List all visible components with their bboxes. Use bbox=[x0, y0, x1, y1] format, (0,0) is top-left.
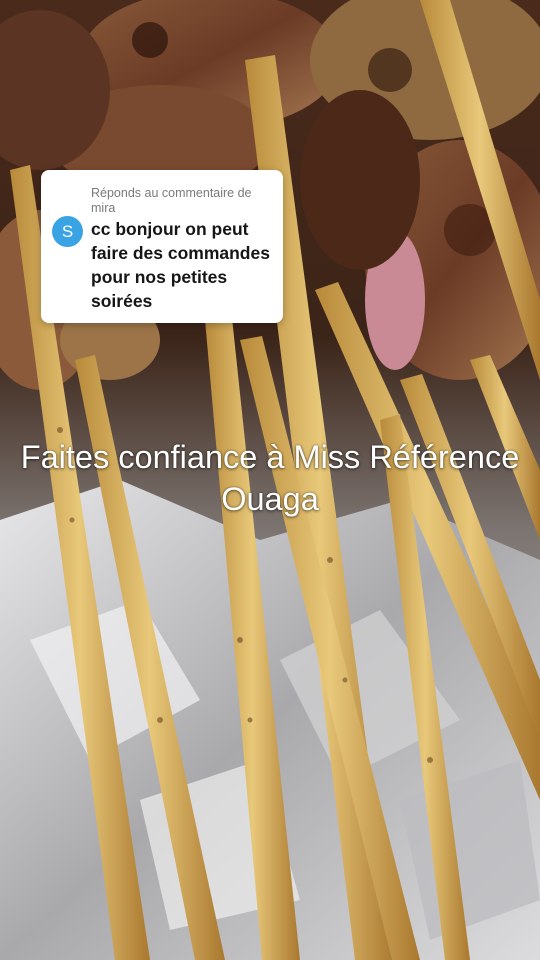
reply-label: Réponds au commentaire de mira bbox=[91, 186, 252, 215]
comment-text: cc bonjour on peut faire des commandes p… bbox=[91, 219, 270, 311]
video-caption: Faites confiance à Miss Référence Ouaga bbox=[20, 439, 520, 517]
video-frame: Réponds au commentaire de mira S cc bonj… bbox=[0, 0, 540, 960]
reply-comment-card[interactable]: Réponds au commentaire de mira S cc bonj… bbox=[41, 170, 283, 323]
commenter-avatar[interactable]: S bbox=[52, 216, 83, 247]
